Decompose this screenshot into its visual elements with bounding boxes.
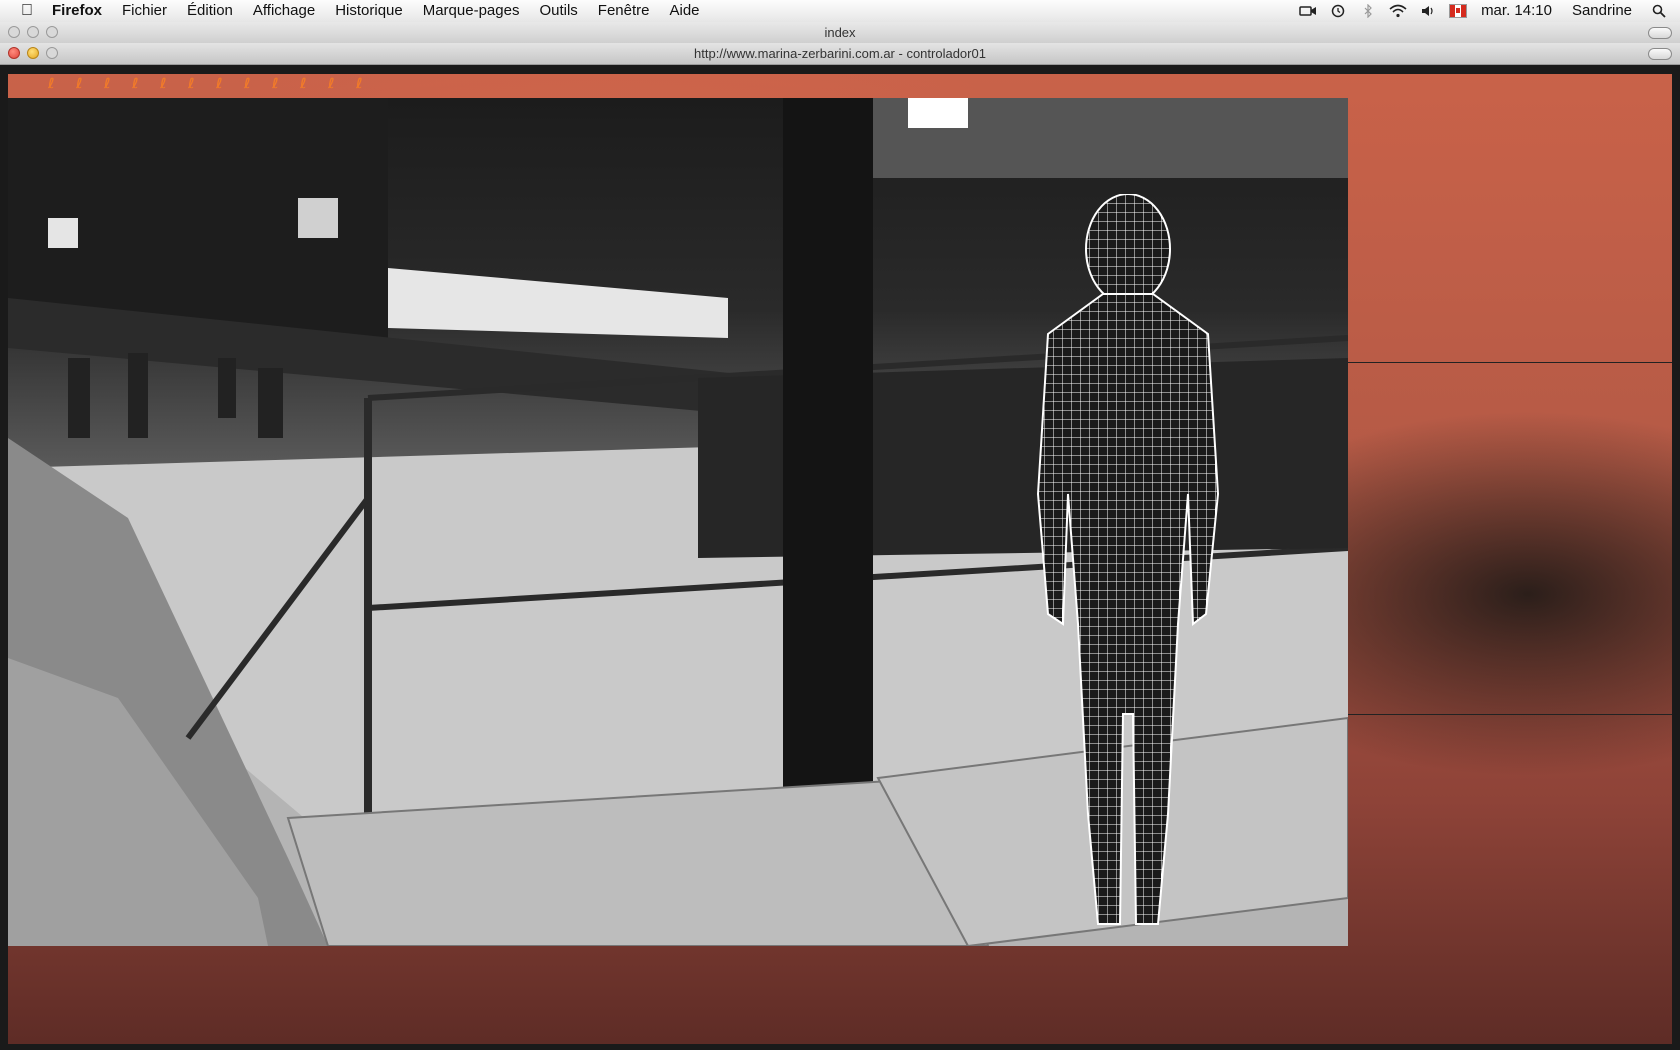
time-machine-icon[interactable] xyxy=(1329,4,1347,18)
spotlight-icon[interactable] xyxy=(1650,4,1668,18)
menu-aide[interactable]: Aide xyxy=(660,0,710,22)
zoom-button[interactable] xyxy=(46,47,58,59)
loader-strip: ℓ ℓ ℓ ℓ ℓ ℓ ℓ ℓ ℓ ℓ ℓ ℓ xyxy=(48,76,376,92)
loader-glyph: ℓ xyxy=(244,76,251,92)
camera-icon[interactable] xyxy=(1299,4,1317,18)
loader-glyph: ℓ xyxy=(272,76,279,92)
menu-fichier[interactable]: Fichier xyxy=(112,0,177,22)
page-content: ℓ ℓ ℓ ℓ ℓ ℓ ℓ ℓ ℓ ℓ ℓ ℓ xyxy=(8,74,1672,1044)
loader-glyph: ℓ xyxy=(76,76,83,92)
menu-app-name[interactable]: Firefox xyxy=(40,0,112,22)
loader-glyph: ℓ xyxy=(300,76,307,92)
menu-marque-pages[interactable]: Marque-pages xyxy=(413,0,530,22)
browser-window-title: http://www.marina-zerbarini.com.ar - con… xyxy=(694,46,986,61)
menu-historique[interactable]: Historique xyxy=(325,0,413,22)
loader-glyph: ℓ xyxy=(356,76,363,92)
loader-glyph: ℓ xyxy=(104,76,111,92)
wifi-icon[interactable] xyxy=(1389,4,1407,18)
canada-flag-icon[interactable] xyxy=(1449,4,1468,18)
guide-line xyxy=(1348,714,1672,715)
app-title-bar: index xyxy=(0,22,1680,44)
loader-glyph: ℓ xyxy=(160,76,167,92)
status-area: mar. 14:10 Sandrine xyxy=(1299,0,1680,22)
toolbar-toggle-button[interactable] xyxy=(1648,27,1672,39)
minimize-button[interactable] xyxy=(27,47,39,59)
window-controls xyxy=(8,47,58,59)
loader-glyph: ℓ xyxy=(48,76,55,92)
browser-title-bar: http://www.marina-zerbarini.com.ar - con… xyxy=(0,43,1680,65)
apple-menu-icon[interactable]:  xyxy=(14,2,40,20)
wireframe-figure-image xyxy=(1036,194,1220,925)
bluetooth-icon[interactable] xyxy=(1359,4,1377,18)
toolbar-toggle-button-2[interactable] xyxy=(1648,48,1672,60)
loader-glyph: ℓ xyxy=(188,76,195,92)
guide-line xyxy=(1348,362,1672,363)
loader-glyph: ℓ xyxy=(216,76,223,92)
zoom-button-inactive[interactable] xyxy=(46,26,58,38)
app-window-title: index xyxy=(824,25,856,40)
menu-clock[interactable]: mar. 14:10 xyxy=(1479,0,1554,22)
menu-outils[interactable]: Outils xyxy=(529,0,587,22)
menu-fenetre[interactable]: Fenêtre xyxy=(588,0,660,22)
close-button[interactable] xyxy=(8,47,20,59)
menu-bar:  Firefox Fichier Édition Affichage Hist… xyxy=(0,0,1680,23)
menu-edition[interactable]: Édition xyxy=(177,0,243,22)
close-button-inactive[interactable] xyxy=(8,26,20,38)
minimize-button-inactive[interactable] xyxy=(27,26,39,38)
menu-affichage[interactable]: Affichage xyxy=(243,0,325,22)
volume-icon[interactable] xyxy=(1419,4,1437,18)
window-controls-inactive xyxy=(8,26,58,38)
loader-glyph: ℓ xyxy=(132,76,139,92)
loader-glyph: ℓ xyxy=(328,76,335,92)
menu-user[interactable]: Sandrine xyxy=(1566,0,1638,22)
